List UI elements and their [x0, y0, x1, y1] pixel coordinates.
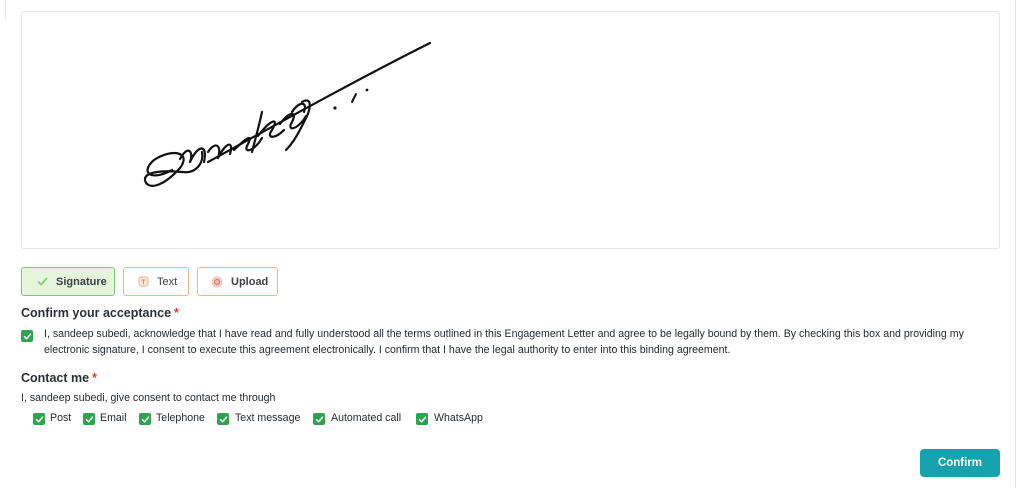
contact-title-text: Contact me [21, 371, 90, 385]
check-icon [418, 415, 426, 422]
text-message-checkbox[interactable] [217, 413, 229, 425]
signature-mode-label: Signature [56, 275, 107, 288]
text-message-label: Text message [235, 412, 301, 424]
automated-call-checkbox[interactable] [313, 413, 325, 425]
automated-call-label: Automated call [331, 412, 402, 424]
panel-edge [0, 0, 6, 20]
text-mode-button[interactable]: Text [123, 267, 189, 296]
contact-consent-text: I, sandeep subedi, give consent to conta… [21, 392, 276, 404]
telephone-label: Telephone [156, 412, 205, 424]
acceptance-title-text: Confirm your acceptance [21, 306, 172, 320]
required-mark: * [174, 306, 179, 320]
check-icon [85, 415, 93, 422]
upload-mode-label: Upload [231, 275, 269, 288]
text-icon [137, 276, 149, 288]
email-checkbox[interactable] [83, 413, 95, 425]
acceptance-title: Confirm your acceptance * [21, 306, 179, 320]
signature-pad[interactable] [21, 11, 1000, 249]
check-icon [141, 415, 149, 422]
check-icon [315, 415, 323, 422]
contact-title: Contact me * [21, 371, 97, 385]
whatsapp-checkbox[interactable] [416, 413, 428, 425]
required-mark: * [92, 371, 97, 385]
text-mode-label: Text [157, 275, 178, 288]
telephone-checkbox[interactable] [139, 413, 151, 425]
whatsapp-label: WhatsApp [434, 412, 483, 424]
confirm-button[interactable]: Confirm [920, 449, 1000, 477]
check-pen-icon [36, 276, 48, 288]
upload-icon [211, 276, 223, 288]
check-icon [219, 415, 227, 422]
check-icon [23, 332, 31, 339]
upload-mode-button[interactable]: Upload [197, 267, 278, 296]
check-icon [35, 415, 43, 422]
post-label: Post [50, 412, 72, 424]
signature-drawing [143, 41, 432, 187]
acceptance-text: I, sandeep subedi, acknowledge that I ha… [44, 328, 964, 356]
post-checkbox[interactable] [33, 413, 45, 425]
email-label: Email [100, 412, 127, 424]
acceptance-checkbox[interactable] [21, 330, 33, 342]
signature-mode-button[interactable]: Signature [21, 267, 115, 296]
